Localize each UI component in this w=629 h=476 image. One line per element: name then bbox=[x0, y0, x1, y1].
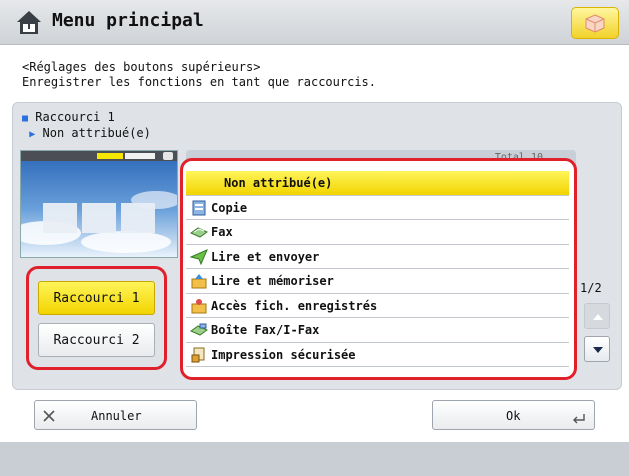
ok-label: Ok bbox=[506, 409, 521, 423]
page-indicator: 1/2 bbox=[580, 281, 602, 295]
list-item-label: Accès fich. enregistrés bbox=[211, 298, 378, 313]
triangle-icon: ▶ bbox=[29, 129, 36, 140]
list-item-scan-send[interactable]: Lire et envoyer bbox=[186, 245, 569, 269]
list-item-label: Lire et envoyer bbox=[211, 249, 320, 264]
title-bar: Menu principal bbox=[0, 0, 629, 45]
list-item-label: Impression sécurisée bbox=[211, 347, 356, 362]
preview-status-strip bbox=[21, 151, 177, 161]
list-item-copy[interactable]: Copie bbox=[186, 196, 569, 220]
preview-tile bbox=[43, 203, 77, 233]
fax-icon bbox=[190, 227, 208, 238]
page-title: Menu principal bbox=[52, 10, 204, 31]
cancel-label: Annuler bbox=[91, 409, 142, 423]
list-item-label: Boîte Fax/I-Fax bbox=[211, 323, 320, 337]
footer-bar bbox=[0, 442, 629, 476]
secure-print-icon bbox=[191, 347, 205, 362]
scroll-up-button[interactable] bbox=[584, 303, 610, 329]
list-item-secure-print[interactable]: Impression sécurisée bbox=[186, 343, 569, 367]
list-item-unassigned[interactable]: Non attribué(e) bbox=[186, 171, 569, 196]
stop-button[interactable] bbox=[571, 7, 619, 39]
shortcut-name: Raccourci 1 bbox=[35, 110, 115, 124]
ok-button[interactable]: Ok bbox=[432, 400, 595, 430]
list-item-scan-store[interactable]: Lire et mémoriser bbox=[186, 269, 569, 294]
instructions-heading: <Réglages des boutons supérieurs> bbox=[22, 60, 261, 74]
list-item-label: Copie bbox=[211, 200, 248, 215]
scroll-down-button[interactable] bbox=[584, 336, 610, 362]
shortcut-value: Non attribué(e) bbox=[42, 126, 151, 140]
bullet-icon: ■ bbox=[22, 113, 29, 124]
preview-tile bbox=[121, 203, 155, 233]
shortcut-2-button[interactable]: Raccourci 2 bbox=[38, 323, 155, 357]
close-icon bbox=[43, 410, 55, 422]
instructions: <Réglages des boutons supérieurs> Enregi… bbox=[22, 60, 376, 90]
screen-preview bbox=[20, 150, 178, 258]
copy-icon bbox=[192, 200, 206, 215]
box-icon bbox=[585, 14, 605, 33]
function-list: Non attribué(e) Copie Fax Lire et envoye… bbox=[186, 171, 569, 367]
shortcut-1-button[interactable]: Raccourci 1 bbox=[38, 281, 155, 315]
shortcut-info: ■ Raccourci 1 ▶ Non attribué(e) bbox=[22, 110, 151, 142]
list-item-label: Lire et mémoriser bbox=[211, 274, 334, 288]
list-item-fax[interactable]: Fax bbox=[186, 220, 569, 245]
preview-tile bbox=[82, 203, 116, 233]
fax-inbox-icon bbox=[190, 323, 208, 336]
scan-send-icon bbox=[190, 248, 208, 265]
list-item-label: Non attribué(e) bbox=[224, 176, 333, 190]
triangle-down-icon bbox=[593, 347, 603, 353]
list-item-label: Fax bbox=[211, 225, 233, 239]
triangle-up-icon bbox=[593, 314, 603, 320]
cancel-button[interactable]: Annuler bbox=[34, 400, 197, 430]
enter-icon bbox=[573, 414, 585, 424]
instructions-text: Enregistrer les fonctions en tant que ra… bbox=[22, 75, 377, 89]
home-icon[interactable] bbox=[14, 8, 44, 36]
stored-files-icon bbox=[191, 298, 207, 313]
list-item-fax-inbox[interactable]: Boîte Fax/I-Fax bbox=[186, 318, 569, 343]
scan-store-icon bbox=[191, 274, 207, 289]
list-item-stored-files[interactable]: Accès fich. enregistrés bbox=[186, 294, 569, 318]
